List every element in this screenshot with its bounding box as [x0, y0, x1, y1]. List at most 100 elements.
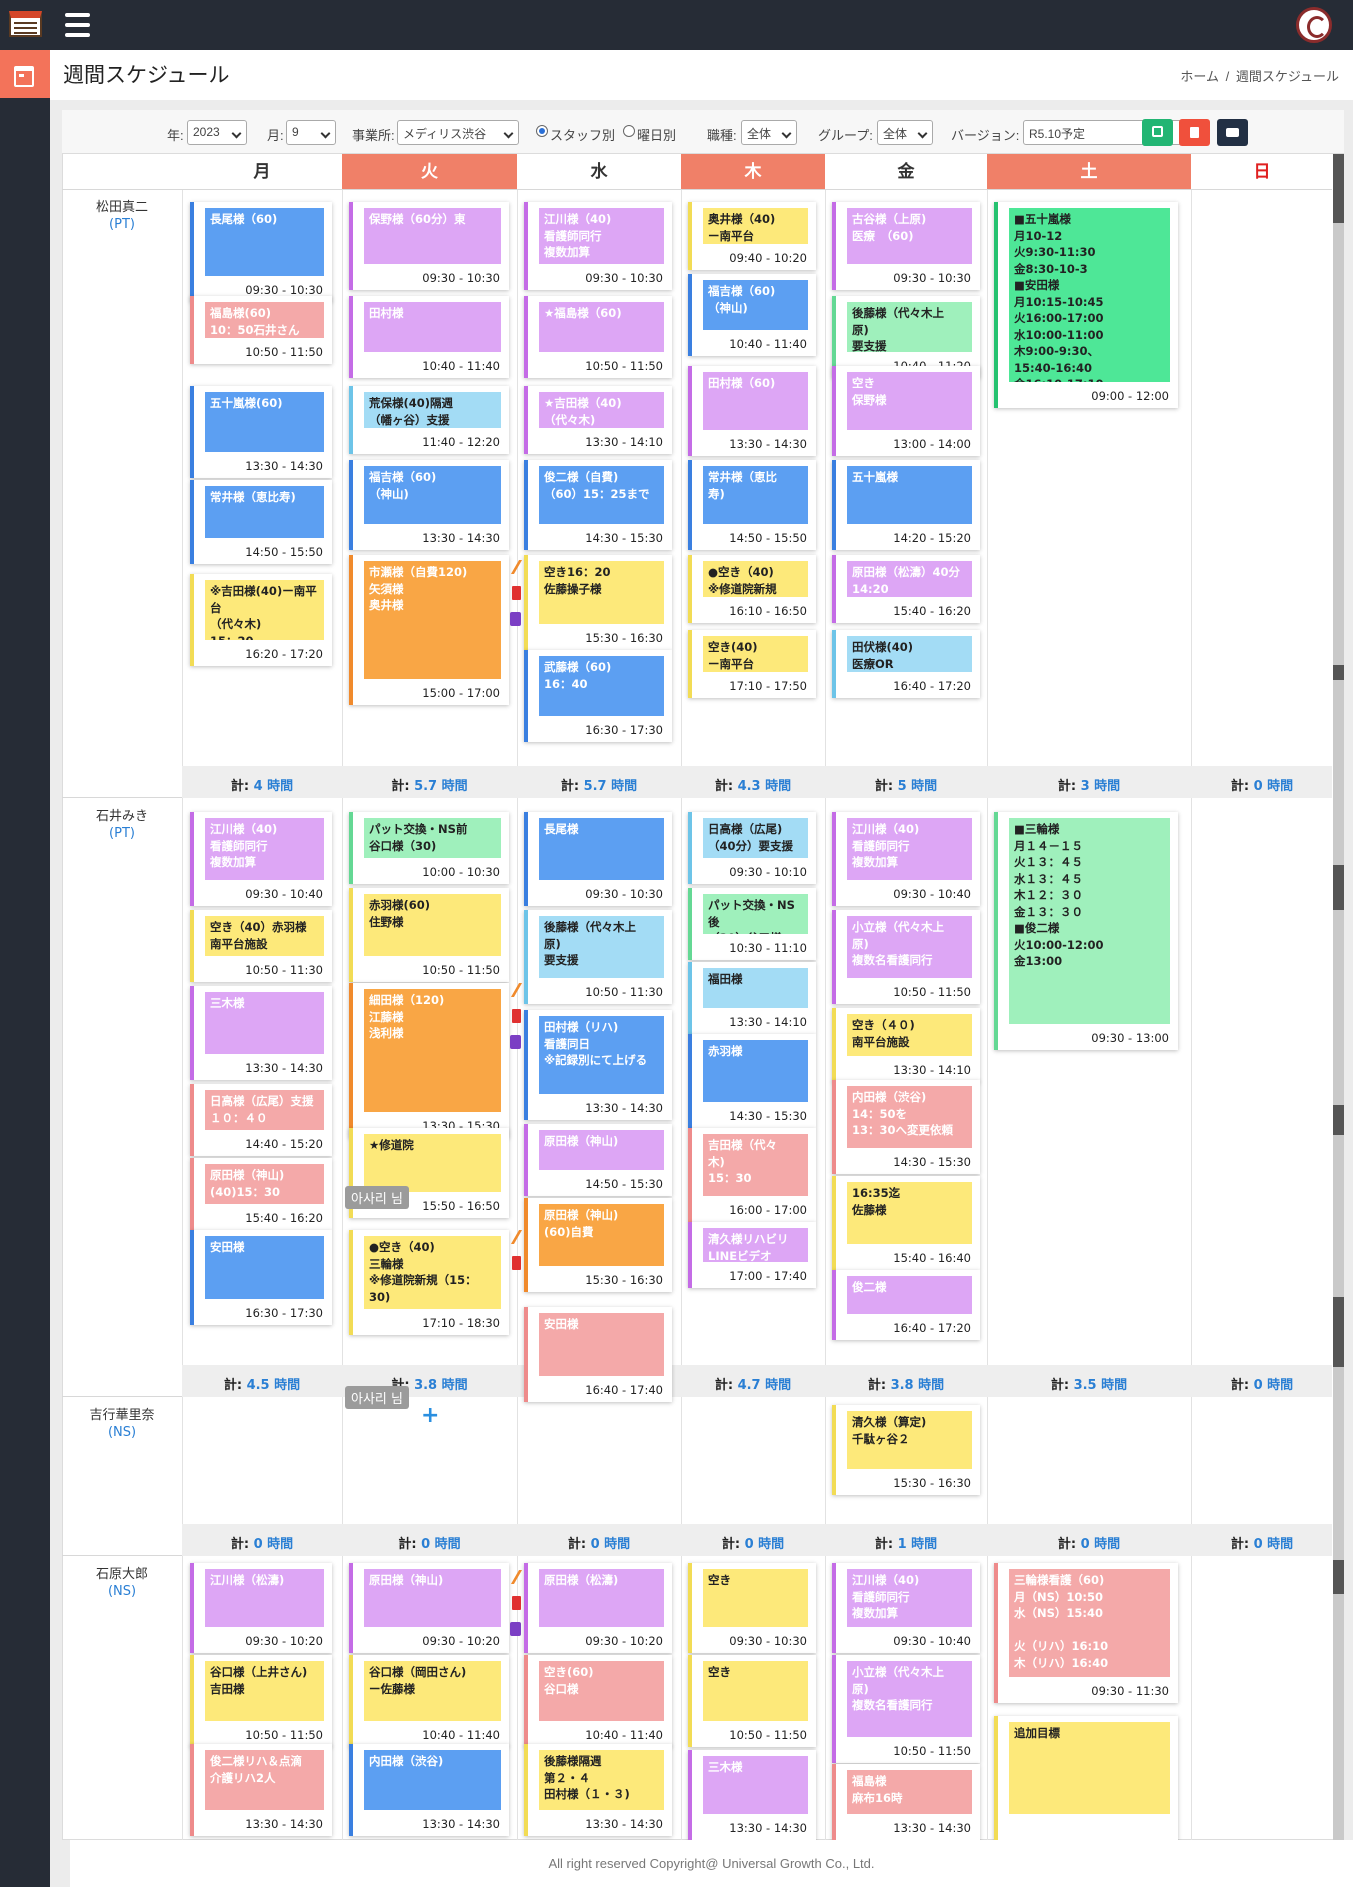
job-select[interactable]: 全体	[741, 120, 797, 145]
schedule-card[interactable]: 安田様 16:30 - 17:30	[190, 1230, 332, 1325]
group-select[interactable]: 全体	[877, 120, 933, 145]
trash-icon[interactable]	[512, 1009, 521, 1023]
schedule-card[interactable]: 細田様（120) 江藤様 浅利様 13:30 - 15:30	[349, 983, 509, 1138]
schedule-card[interactable]: 江川様（40) 看護師同行 複数加算 09:30 - 10:30	[524, 202, 672, 290]
schedule-card[interactable]: ★福島様（60) 10:50 - 11:50	[524, 296, 672, 378]
trash-icon[interactable]	[512, 586, 521, 600]
schedule-card[interactable]: 俊二様（自費) （60）15：25まで 14:30 - 15:30	[524, 460, 672, 550]
schedule-card[interactable]: 福島様 麻布16時 13:30 - 14:30	[832, 1764, 980, 1840]
schedule-card[interactable]: 内田様（渋谷) 14：50を 13：30へ変更依頼 14:30 - 15:30	[832, 1080, 980, 1174]
schedule-card[interactable]: 福田様 13:30 - 14:10	[688, 962, 816, 1034]
schedule-card[interactable]: 福吉様（60) （神山) 10:40 - 11:40	[688, 274, 816, 356]
schedule-card[interactable]: 長尾様（60) 09:30 - 10:30	[190, 202, 332, 302]
schedule-card[interactable]: 市瀬様（自費120) 矢須様 奥井様 15:00 - 17:00	[349, 555, 509, 705]
schedule-card[interactable]: 空き 保野様 13:00 - 14:00	[832, 366, 980, 456]
add-schedule-plus-icon[interactable]: +	[421, 1403, 439, 1428]
schedule-card[interactable]: 空き（４０) 南平台施設 13:30 - 14:10	[832, 1008, 980, 1082]
copy-icon[interactable]	[510, 1035, 521, 1049]
schedule-card[interactable]: 谷口様（上井さん) 吉田様 10:50 - 11:50	[190, 1655, 332, 1747]
by-staff-radio[interactable]	[536, 125, 548, 137]
schedule-card[interactable]: 日高様（広尾）支援 １０：４０ 14:40 - 15:20	[190, 1084, 332, 1156]
schedule-card[interactable]: 三木様 13:30 - 14:30	[688, 1750, 816, 1840]
schedule-card[interactable]: 長尾様 09:30 - 10:30	[524, 812, 672, 906]
schedule-card[interactable]: 谷口様（岡田さん) ー佐藤様 10:40 - 11:40	[349, 1655, 509, 1747]
delete-button[interactable]	[1179, 119, 1210, 146]
schedule-card[interactable]: 俊二様 16:40 - 17:20	[832, 1270, 980, 1340]
schedule-card[interactable]: 江川様（松濤) 09:30 - 10:20	[190, 1563, 332, 1653]
month-select[interactable]: 9	[286, 120, 336, 145]
schedule-card[interactable]: ■三輪様 月１４－１５ 火１３：４５ 水１３：４５ 木１２：３０ 金１３：３０ …	[994, 812, 1178, 1050]
schedule-card[interactable]: 五十嵐様 14:20 - 15:20	[832, 460, 980, 550]
schedule-card[interactable]: ●空き（40) 三輪様 ※修道院新規（15： 30) 17:10 - 18:30	[349, 1230, 509, 1335]
schedule-card[interactable]: 常井様（恵比寿) 14:50 - 15:50	[190, 480, 332, 564]
schedule-card[interactable]: 江川様（40) 看護師同行 複数加算 09:30 - 10:40	[190, 812, 332, 906]
year-select[interactable]: 2023	[187, 120, 247, 145]
schedule-card[interactable]: 三木様 13:30 - 14:30	[190, 986, 332, 1080]
schedule-card[interactable]: 俊二様リハ＆点滴 介護リハ2人 13:30 - 14:30	[190, 1744, 332, 1836]
schedule-card[interactable]: 内田様（渋谷) 13:30 - 14:30	[349, 1744, 509, 1836]
schedule-card[interactable]: 江川様（40) 看護師同行 複数加算 09:30 - 10:40	[832, 812, 980, 906]
schedule-card[interactable]: 後藤様（代々木上 原) 要支援 10:50 - 11:30	[524, 910, 672, 1004]
edit-button[interactable]	[1142, 119, 1173, 146]
schedule-card[interactable]: 吉田様（代々 木) 15：30 16:00 - 17:00	[688, 1128, 816, 1222]
pencil-icon[interactable]	[510, 1570, 524, 1584]
schedule-card[interactable]: パット交換・NS 後 （30）谷口様 10:30 - 11:10	[688, 888, 816, 960]
scrollbar-thumb[interactable]	[1333, 865, 1344, 910]
schedule-card[interactable]: パット交換・NS前 谷口様（30) 10:00 - 10:30	[349, 812, 509, 884]
schedule-card[interactable]: 後藤様隔週 第２・４ 田村様（１・３) 13:30 - 14:30	[524, 1744, 672, 1836]
schedule-card[interactable]: 荒保様(40)隔週 （幡ヶ谷）支援 三輪様 11:40 - 12:20	[349, 386, 509, 454]
schedule-card[interactable]: 田村様 10:40 - 11:40	[349, 296, 509, 378]
schedule-card[interactable]: 武藤様（60) 16：40 16:30 - 17:30	[524, 650, 672, 742]
schedule-card[interactable]: 保野様（60分）東 09:30 - 10:30	[349, 202, 509, 290]
schedule-card[interactable]: 空き 10:50 - 11:50	[688, 1655, 816, 1747]
schedule-card[interactable]: 原田様（松濤）40分 14:20 15:40 - 16:20	[832, 555, 980, 623]
schedule-card[interactable]: 田村様（60) 13:30 - 14:30	[688, 366, 816, 456]
schedule-card[interactable]: 原田様（神山) 09:30 - 10:20	[349, 1563, 509, 1653]
schedule-card[interactable]: 原田様（神山) 14:50 - 15:30	[524, 1124, 672, 1196]
copy-icon[interactable]	[510, 612, 521, 626]
schedule-card[interactable]: 五十嵐様(60) 13:30 - 14:30	[190, 386, 332, 478]
print-button[interactable]	[1217, 119, 1248, 146]
schedule-card[interactable]: 小立様（代々木上 原) 複数名看護同行 10:50 - 11:50	[832, 910, 980, 1004]
schedule-card[interactable]: 空き(40) ー南平台 17:10 - 17:50	[688, 630, 816, 698]
schedule-card[interactable]: 三輪様看護（60) 月（NS）10:50 水（NS）15:40 火（リハ）16:…	[994, 1563, 1178, 1703]
copy-icon[interactable]	[510, 1622, 521, 1636]
schedule-card[interactable]: 日高様（広尾) （40分）要支援 09:30 - 10:10	[688, 812, 816, 884]
schedule-card[interactable]: 福吉様（60) （神山) 13:30 - 14:30	[349, 460, 509, 550]
schedule-card[interactable]: 小立様（代々木上 原) 複数名看護同行 10:50 - 11:50	[832, 1655, 980, 1763]
scrollbar-thumb[interactable]	[1333, 665, 1344, 680]
schedule-card[interactable]: 空き16：20 佐藤操子様 15:30 - 16:30	[524, 555, 672, 650]
schedule-card[interactable]: ※吉田様(40)ー南平台 （代々木) 15：20 16:20 - 17:20	[190, 574, 332, 666]
schedule-card[interactable]: 清久様リハビリ LINEビデオ 17:00 - 17:40	[688, 1222, 816, 1288]
sidebar-calendar-icon[interactable]	[0, 50, 50, 98]
schedule-card[interactable]: 追加目標	[994, 1716, 1178, 1840]
schedule-card[interactable]: 江川様（40) 看護師同行 複数加算 09:30 - 10:40	[832, 1563, 980, 1653]
schedule-card[interactable]: ■五十嵐様 月10-12 火9:30-11:30 金8:30-10-3 ■安田様…	[994, 202, 1178, 408]
schedule-card[interactable]: 古谷様（上原) 医療 （60) 09:30 - 10:30	[832, 202, 980, 290]
office-select[interactable]: メディリス渋谷	[397, 120, 519, 145]
pencil-icon[interactable]	[510, 560, 524, 574]
schedule-card[interactable]: 空き（40）赤羽様 南平台施設 10:50 - 11:30	[190, 910, 332, 982]
schedule-card[interactable]: ★吉田様（40) （代々木) 13:30 - 14:10	[524, 386, 672, 454]
schedule-card[interactable]: 空き 09:30 - 10:30	[688, 1563, 816, 1653]
schedule-card[interactable]: 清久様（算定) 千駄ヶ谷２ 15:30 - 16:30	[832, 1405, 980, 1495]
schedule-card[interactable]: 田村様（リハ) 看護同日 ※記録別にて上げる 13:30 - 14:30	[524, 1010, 672, 1120]
scrollbar-thumb[interactable]	[1333, 1560, 1344, 1594]
schedule-card[interactable]: 原田様（神山) (60)自費 15:30 - 16:30	[524, 1198, 672, 1292]
schedule-card[interactable]: ●空き（40) ※修道院新規 16:10 - 16:50	[688, 555, 816, 623]
trash-icon[interactable]	[512, 1596, 521, 1610]
schedule-card[interactable]: 常井様（恵比 寿) 14:50 - 15:50	[688, 460, 816, 550]
schedule-card[interactable]: 原田様（神山) (40)15：30 15:40 - 16:20	[190, 1158, 332, 1230]
app-logo-calendar-icon[interactable]	[9, 11, 42, 37]
schedule-card[interactable]: 福島様(60) 10：50石井さん 10:50 - 11:50	[190, 296, 332, 364]
scrollbar-thumb[interactable]	[1333, 1105, 1344, 1135]
hamburger-menu-icon[interactable]	[65, 13, 90, 37]
by-weekday-radio[interactable]	[623, 125, 635, 137]
pencil-icon[interactable]	[510, 983, 524, 997]
schedule-card[interactable]: 奥井様（40) ー南平台 09:40 - 10:20	[688, 202, 816, 270]
breadcrumb-home-link[interactable]: ホーム	[1180, 69, 1219, 84]
user-avatar[interactable]	[1296, 7, 1332, 43]
schedule-card[interactable]: 原田様（松濤) 09:30 - 10:20	[524, 1563, 672, 1653]
scrollbar-thumb[interactable]	[1333, 154, 1344, 223]
schedule-card[interactable]: 田伏様(40) 医療OR 16:40 - 17:20	[832, 630, 980, 698]
